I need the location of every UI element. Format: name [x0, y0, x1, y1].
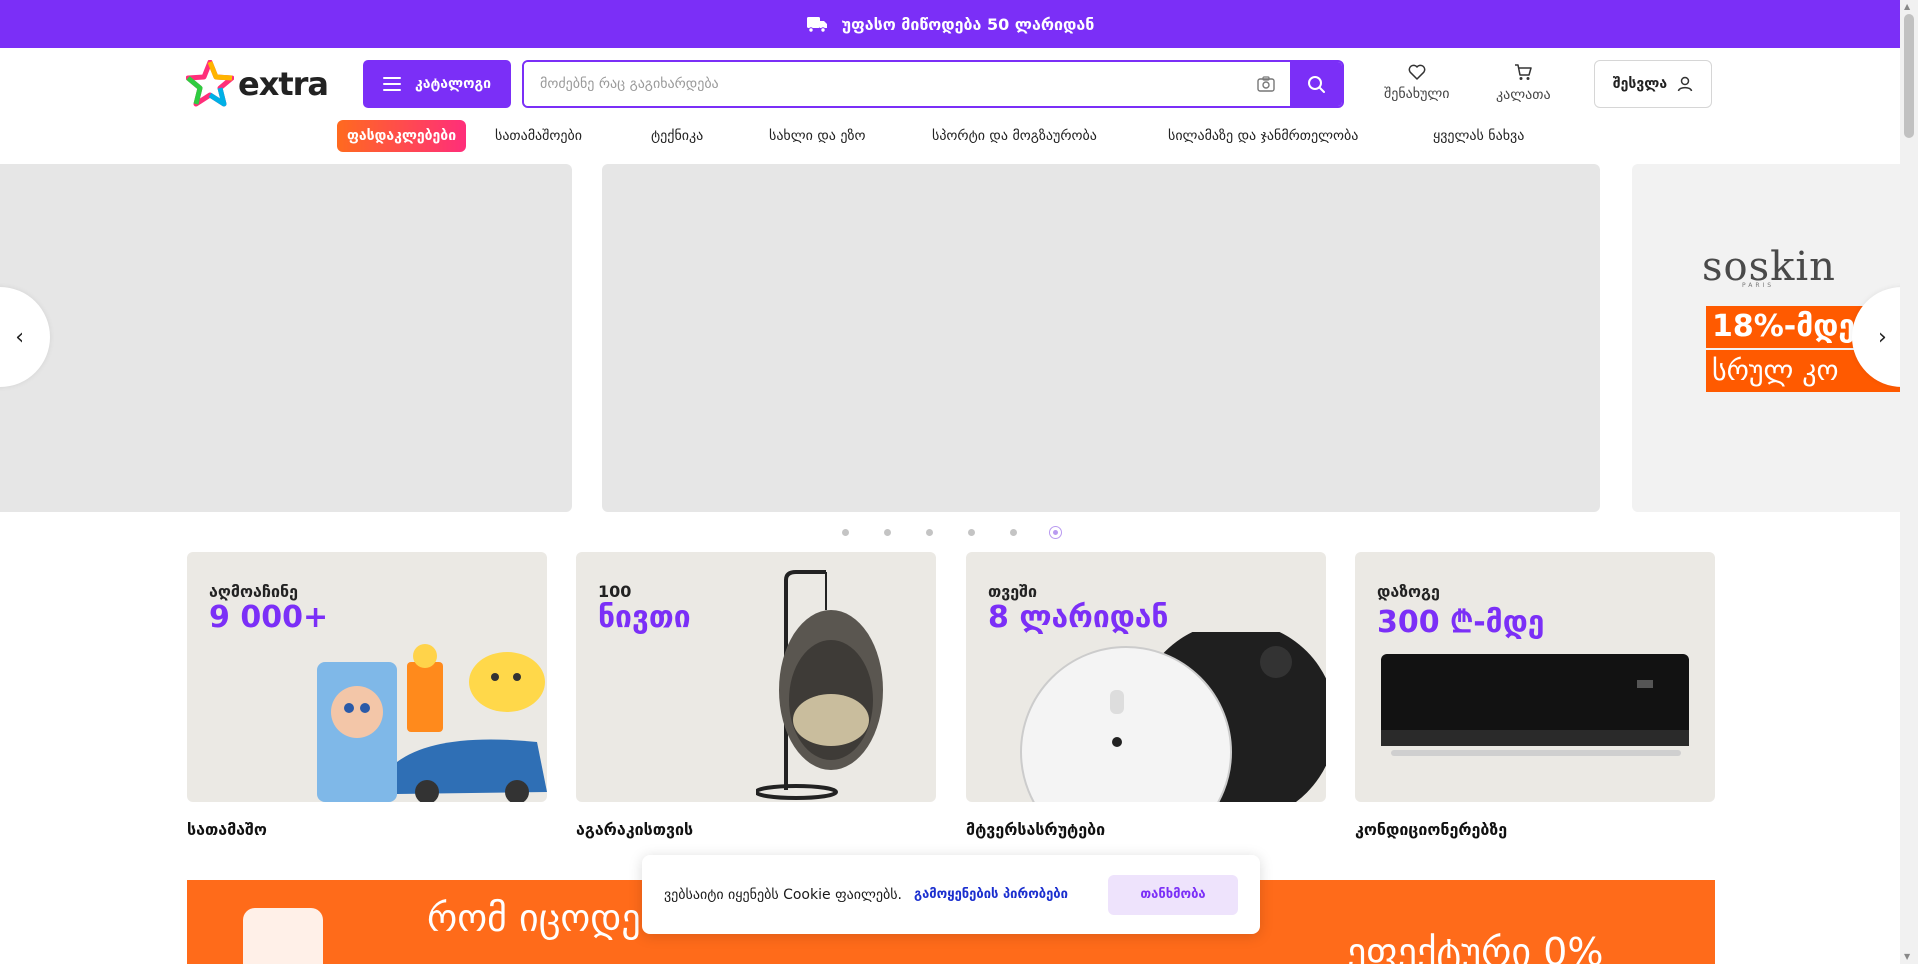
free-delivery-bar: უფასო მიწოდება 50 ლარიდან — [0, 0, 1900, 48]
card-line1: აღმოაჩინე — [209, 582, 298, 601]
nav-item-toys[interactable]: სათამაშოები — [495, 120, 582, 152]
slide-current[interactable] — [602, 164, 1600, 512]
slider-dot[interactable] — [1010, 529, 1017, 536]
hanging-chair-image — [756, 570, 883, 800]
nav-item-sport-travel[interactable]: სპორტი და მოგზაურობა — [932, 120, 1097, 152]
free-delivery-text: უფასო მიწოდება 50 ლარიდან — [841, 14, 1095, 34]
image-search-button[interactable] — [1242, 62, 1290, 106]
login-label: შესვლა — [1612, 76, 1668, 92]
nav-item-tech[interactable]: ტექნიკა — [651, 120, 703, 152]
scroll-down-icon[interactable]: ▼ — [1904, 952, 1910, 961]
slider-dot[interactable] — [968, 529, 975, 536]
promo-card-vacuums[interactable]: თვეში 8 ლარიდან — [966, 552, 1326, 802]
robot-vacuum-image — [1020, 632, 1326, 802]
favorites-link[interactable]: შენახული — [1384, 64, 1450, 102]
bank-emblem-icon — [243, 908, 323, 964]
card-label-garden[interactable]: აგარაკისთვის — [576, 820, 693, 839]
cart-icon — [1515, 64, 1533, 80]
card-line1: დაზოგე — [1377, 582, 1440, 601]
hero-slider: soskin PARIS 18%-მდე სრულ კო — [0, 164, 1900, 512]
slider-dots — [0, 526, 1900, 539]
cart-link[interactable]: კალათა — [1496, 64, 1551, 103]
card-line1: 100 — [598, 582, 632, 601]
chevron-right-icon: › — [1878, 324, 1887, 350]
toys-image — [317, 644, 547, 802]
chevron-left-icon: ‹ — [15, 324, 24, 350]
nav-item-sales[interactable]: ფასდაკლებები — [337, 120, 467, 152]
nav-item-home-garden[interactable]: სახლი და ეზო — [769, 120, 865, 152]
catalog-button[interactable]: კატალოგი — [363, 60, 511, 108]
search-icon — [1308, 76, 1325, 93]
promo-card-toys[interactable]: აღმოაჩინე 9 000+ — [187, 552, 547, 802]
card-line1: თვეში — [988, 582, 1038, 601]
air-conditioner-image — [1381, 654, 1689, 756]
card-line2: 8 ლარიდან — [988, 600, 1169, 635]
card-label-vacuums[interactable]: მტვერსასრუტები — [966, 820, 1105, 839]
slide-previous[interactable] — [0, 164, 572, 512]
site-header: extra კატალოგი შენახული — [0, 48, 1900, 120]
cookie-message: ვებსაიტი იყენებს Cookie ფაილებს. — [664, 886, 902, 903]
scroll-up-icon[interactable]: ▲ — [1904, 2, 1910, 11]
cookie-notice: ვებსაიტი იყენებს Cookie ფაილებს. გამოყენ… — [642, 855, 1260, 934]
nav-item-view-all[interactable]: ყველას ნახვა — [1433, 120, 1524, 152]
card-line2: 300 ₾-მდე — [1377, 605, 1545, 640]
slider-dot-active[interactable] — [1049, 526, 1062, 539]
heart-icon — [1408, 64, 1426, 80]
page-scrollbar[interactable]: ▲ ▼ — [1900, 0, 1918, 964]
camera-icon — [1257, 76, 1275, 92]
banner-text-2: ეფექტური 0% — [1347, 930, 1604, 964]
scrollbar-thumb[interactable] — [1904, 14, 1914, 138]
extra-logo[interactable]: extra — [186, 60, 329, 108]
slider-dot[interactable] — [884, 529, 891, 536]
star-logo-icon — [186, 60, 234, 107]
slider-dot[interactable] — [842, 529, 849, 536]
promo-card-garden[interactable]: 100 ნივთი — [576, 552, 936, 802]
card-line2: ნივთი — [598, 600, 691, 635]
logo-text: extra — [238, 65, 329, 103]
promo-card-conditioners[interactable]: დაზოგე 300 ₾-მდე — [1355, 552, 1715, 802]
cookie-terms-link[interactable]: გამოყენების პირობები — [914, 887, 1068, 902]
favorites-label: შენახული — [1384, 86, 1450, 102]
card-line2: 9 000+ — [209, 600, 329, 635]
category-nav: ფასდაკლებები სათამაშოები ტექნიკა სახლი დ… — [0, 120, 1900, 158]
search-button[interactable] — [1290, 62, 1342, 106]
card-label-conditioners[interactable]: კონდიციონერებზე — [1355, 820, 1507, 839]
search-bar — [522, 60, 1344, 108]
soskin-brand-sub: PARIS — [1742, 282, 1775, 289]
cookie-agree-button[interactable]: თანხმობა — [1108, 874, 1238, 915]
hamburger-icon — [382, 77, 401, 91]
login-button[interactable]: შესვლა — [1594, 60, 1712, 108]
card-label-toys[interactable]: სათამაშო — [187, 820, 267, 839]
cart-label: კალათა — [1496, 87, 1551, 103]
nav-item-beauty-health[interactable]: სილამაზე და ჯანმრთელობა — [1168, 120, 1358, 152]
banner-text-1: რომ იცოდე — [427, 896, 641, 940]
user-icon — [1677, 76, 1693, 92]
slider-dot[interactable] — [926, 529, 933, 536]
catalog-label: კატალოგი — [414, 76, 492, 92]
truck-icon — [806, 17, 827, 33]
search-input[interactable] — [524, 62, 1242, 106]
